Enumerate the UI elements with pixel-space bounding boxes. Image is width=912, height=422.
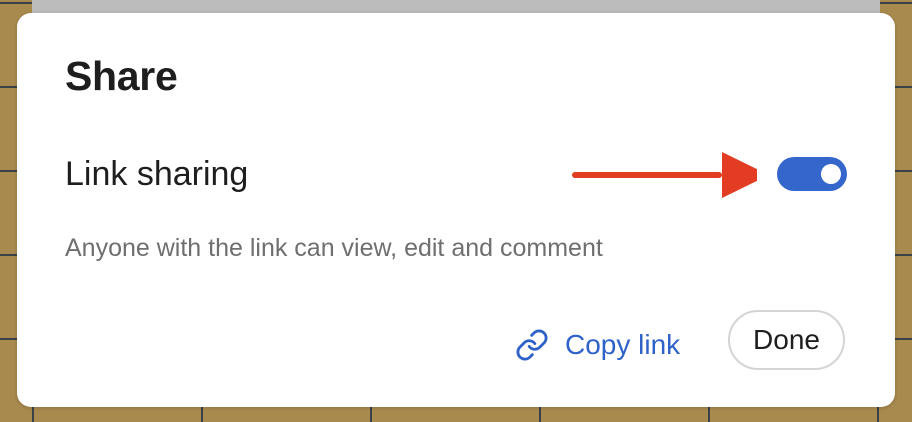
- copy-link-button[interactable]: Copy link: [515, 325, 680, 365]
- link-sharing-description: Anyone with the link can view, edit and …: [65, 234, 603, 262]
- done-button[interactable]: Done: [728, 310, 845, 370]
- toggle-knob: [821, 164, 841, 184]
- link-sharing-toggle[interactable]: [777, 157, 847, 191]
- copy-link-label: Copy link: [565, 329, 681, 360]
- background-header-strip: [32, 0, 880, 14]
- link-icon: [516, 329, 548, 361]
- red-arrow-icon: [572, 152, 757, 198]
- dialog-title: Share: [65, 53, 178, 99]
- share-dialog: Share Link sharing Anyone with the link …: [17, 13, 895, 407]
- link-sharing-label: Link sharing: [65, 155, 249, 193]
